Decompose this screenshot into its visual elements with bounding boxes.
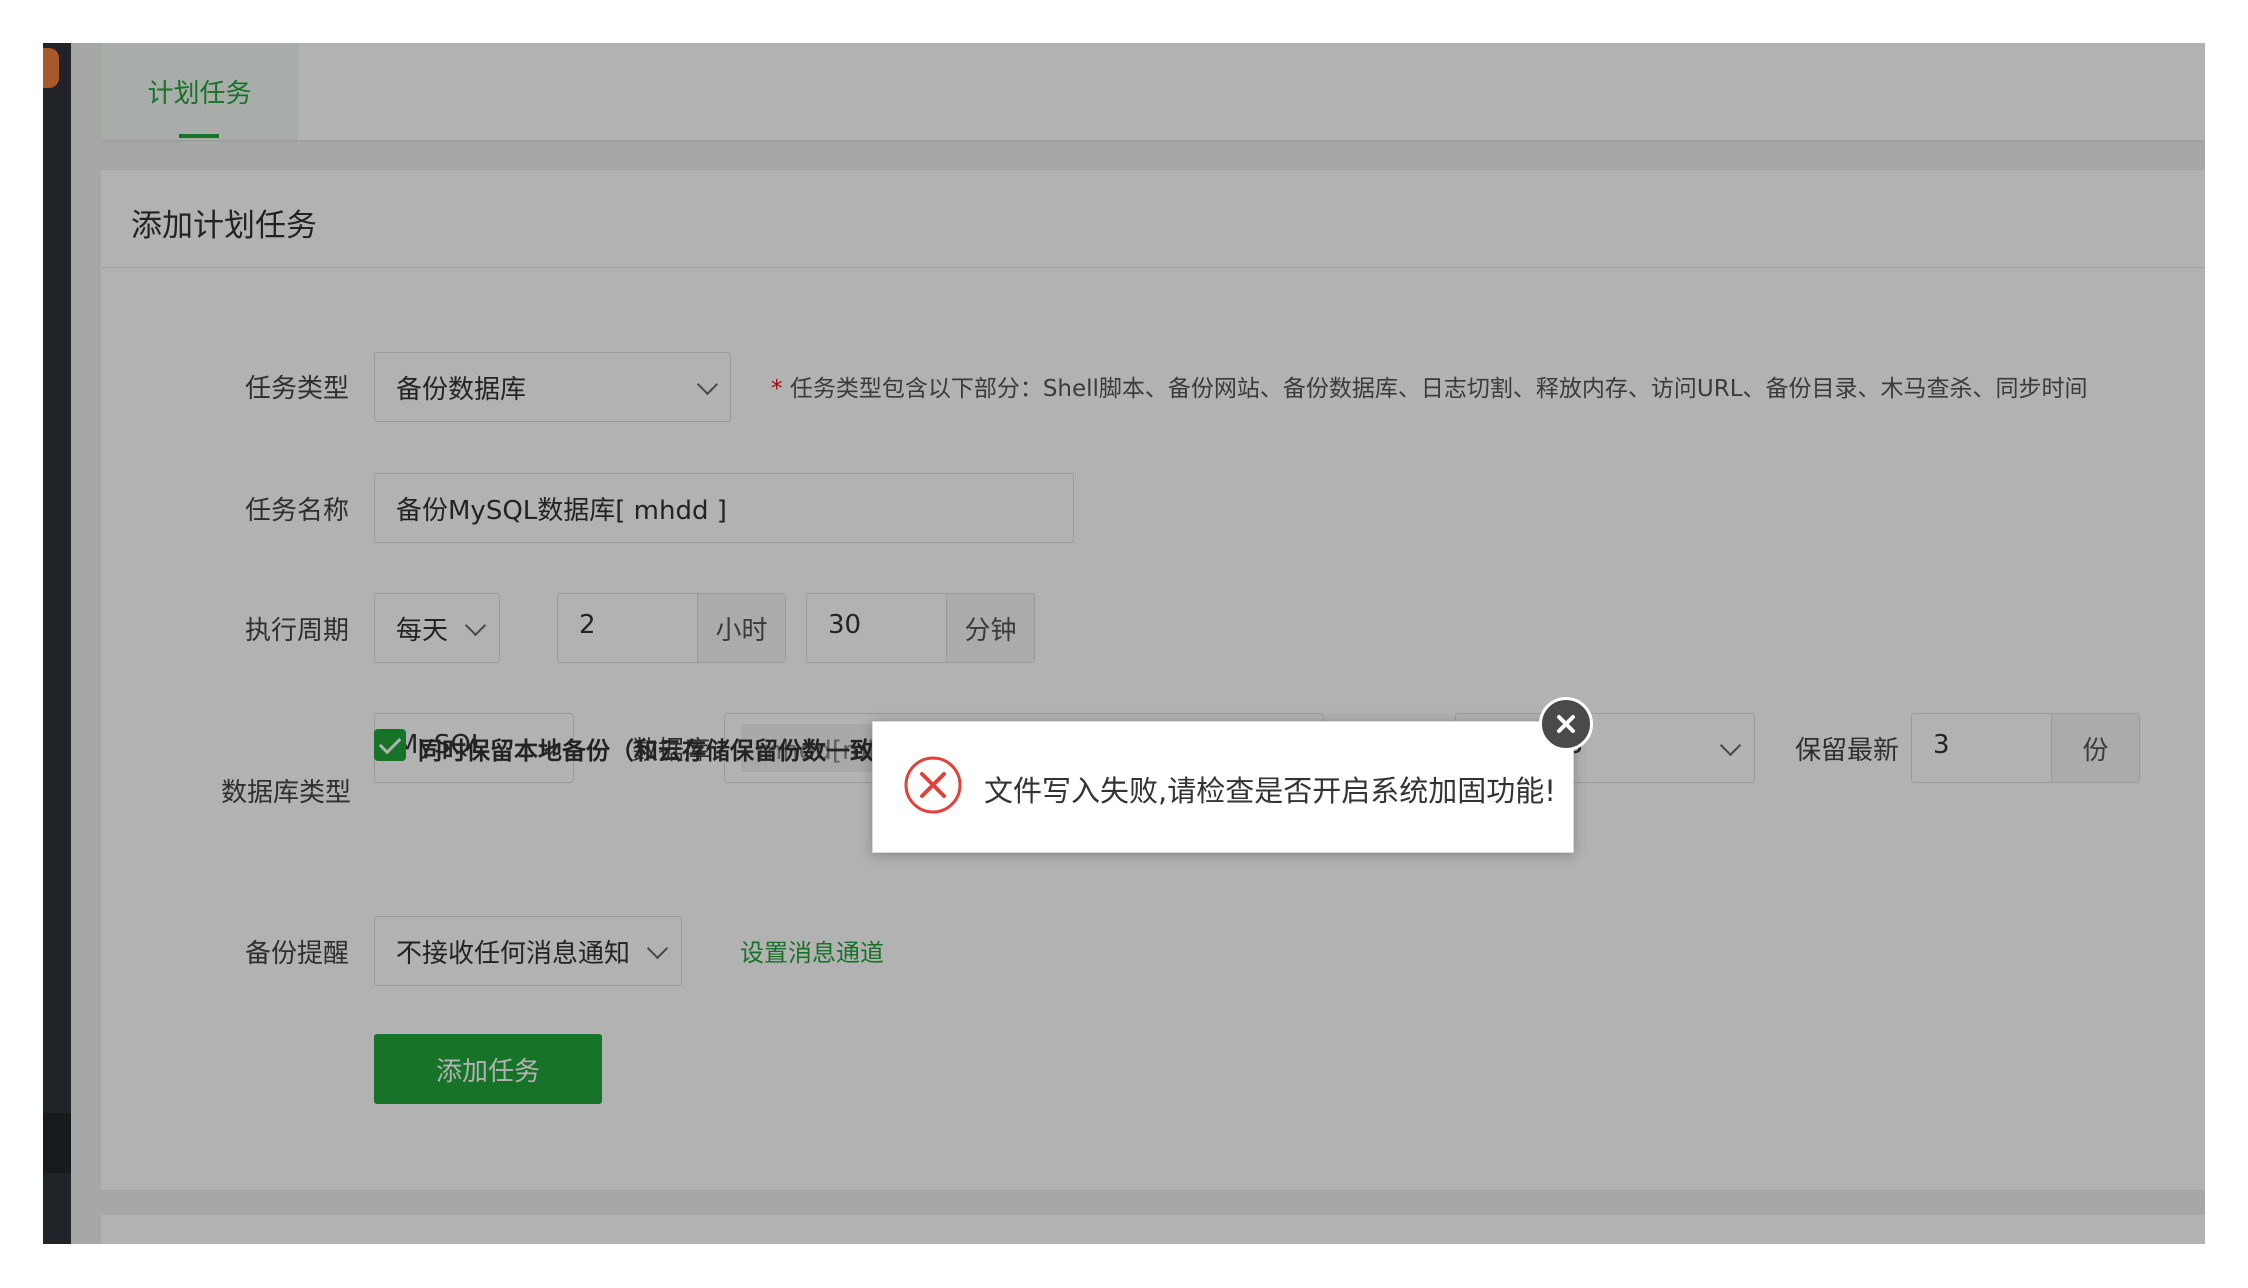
error-dialog: 文件写入失败,请检查是否开启系统加固功能! [872,721,1574,853]
dialog-close-button[interactable] [1539,697,1593,751]
error-circle-x-icon [904,756,962,814]
modal-overlay[interactable] [43,43,2205,1244]
close-icon [1557,715,1575,733]
screenshot-frame: 计划任务 添加计划任务 任务类型 备份数据库 * 任务类型包含以下部分：Shel… [43,43,2205,1244]
dialog-message: 文件写入失败,请检查是否开启系统加固功能! [984,774,1556,808]
